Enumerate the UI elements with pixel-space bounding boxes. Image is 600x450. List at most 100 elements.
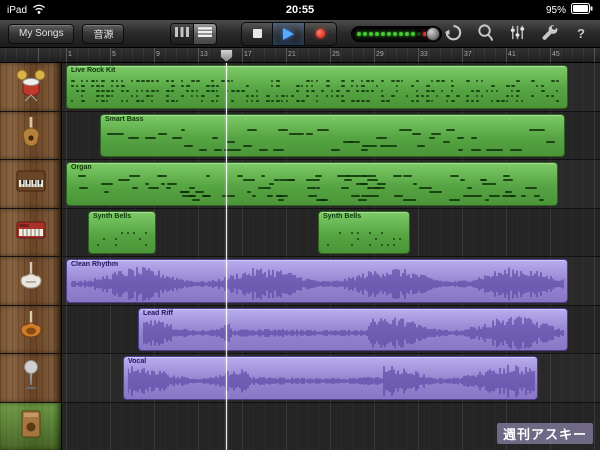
track-header-lead-riff[interactable] (0, 306, 62, 354)
region-synth-bells[interactable]: Synth Bells (318, 211, 410, 255)
region-clean-rhythm[interactable]: Clean Rhythm (66, 259, 568, 303)
meter-led-green (387, 32, 391, 36)
jam-session-icon (476, 23, 495, 45)
audio-waveform (128, 359, 535, 399)
level-meter-leds (357, 32, 427, 36)
ruler-label: 41 (508, 51, 516, 58)
level-meter (351, 26, 442, 42)
help-button[interactable]: ? (570, 23, 592, 45)
region-synth-bells[interactable]: Synth Bells (88, 211, 156, 255)
track-header-organ[interactable] (0, 160, 62, 208)
track-lane-vocal[interactable]: Vocal (62, 354, 600, 402)
track-lane-lead-riff[interactable]: Lead Riff (62, 306, 600, 354)
track-row-vocal: Vocal (0, 354, 600, 403)
play-button[interactable] (273, 23, 304, 45)
ruler-label: 45 (552, 51, 560, 58)
mixer-button[interactable] (506, 23, 528, 45)
synth-keyboard-icon (15, 213, 47, 252)
track-row-synth-bells: Synth Bells Synth Bells (0, 209, 600, 258)
loop-browser-button[interactable] (442, 23, 464, 45)
ruler-label: 9 (156, 51, 160, 58)
meter-led-green (399, 32, 403, 36)
jam-session-button[interactable] (474, 23, 496, 45)
master-volume-knob[interactable] (426, 27, 440, 41)
meter-led-green (357, 32, 361, 36)
stop-button[interactable] (242, 23, 273, 45)
list-icon (197, 26, 213, 41)
midi-notes (67, 66, 567, 108)
toolbar-right-icons: ? (442, 23, 592, 45)
region-label: Organ (71, 164, 92, 171)
loop-icon (444, 23, 463, 45)
wrench-icon (540, 23, 559, 45)
bar-ruler[interactable]: 159131721252933374145 (0, 48, 600, 63)
ruler-label: 21 (288, 51, 296, 58)
ruler-label: 37 (464, 51, 472, 58)
garageband-screen: iPad 20:55 95% My Songs 音源 (0, 0, 600, 450)
drum-kit-icon (15, 67, 47, 106)
track-header-clean-rhythm[interactable] (0, 257, 62, 305)
microphone-icon (15, 358, 47, 397)
region-label: Live Rock Kit (71, 67, 115, 74)
track-header-vocal[interactable] (0, 354, 62, 402)
track-lane-organ[interactable]: Organ (62, 160, 600, 208)
track-header-bass[interactable] (0, 112, 62, 160)
ruler-label: 5 (112, 51, 116, 58)
watermark: 週刊アスキー (497, 423, 593, 444)
ruler-label: 17 (244, 51, 252, 58)
region-label: Vocal (128, 358, 146, 365)
tracks: Live Rock KitSmart BassOrganSynth BellsS… (0, 63, 600, 450)
region-lead-riff[interactable]: Lead Riff (138, 308, 568, 352)
audio-waveform (143, 311, 565, 351)
track-lane-drums[interactable]: Live Rock Kit (62, 63, 600, 111)
region-organ[interactable]: Organ (66, 162, 558, 206)
status-bar: iPad 20:55 95% (0, 0, 600, 20)
region-vocal[interactable]: Vocal (123, 356, 538, 400)
region-label: Lead Riff (143, 310, 173, 317)
electric-guitar-icon (15, 261, 47, 300)
midi-notes (67, 163, 557, 205)
meter-led-green (375, 32, 379, 36)
meter-led-green (405, 32, 409, 36)
meter-led-green (369, 32, 373, 36)
track-lane-clean-rhythm[interactable]: Clean Rhythm (62, 257, 600, 305)
transport-controls (241, 22, 337, 46)
clock: 20:55 (0, 4, 600, 16)
region-label: Smart Bass (105, 116, 144, 123)
my-songs-button[interactable]: My Songs (8, 24, 74, 44)
region-smart-bass[interactable]: Smart Bass (100, 114, 565, 158)
midi-notes (101, 115, 564, 157)
ruler-label: 1 (68, 51, 72, 58)
track-header-drums[interactable] (0, 63, 62, 111)
percussion-box-icon (15, 407, 47, 446)
view-toggle (170, 23, 217, 45)
record-icon (316, 29, 325, 38)
track-row-lead-riff: Lead Riff (0, 306, 600, 355)
ruler-label: 33 (420, 51, 428, 58)
toolbar: My Songs 音源 (0, 20, 600, 48)
playhead[interactable] (226, 63, 227, 450)
track-header-synth-bells[interactable] (0, 209, 62, 257)
meter-led-green (381, 32, 385, 36)
tracks-view-button[interactable] (194, 24, 216, 44)
meter-led-green (393, 32, 397, 36)
meter-led-green (411, 32, 415, 36)
play-icon (283, 28, 294, 40)
track-lane-bass[interactable]: Smart Bass (62, 112, 600, 160)
region-label: Synth Bells (323, 213, 361, 220)
region-label: Clean Rhythm (71, 261, 118, 268)
ruler-label: 13 (200, 51, 208, 58)
track-row-clean-rhythm: Clean Rhythm (0, 257, 600, 306)
record-button[interactable] (305, 23, 336, 45)
ruler-label: 29 (376, 51, 384, 58)
electric-guitar-sunburst-icon (15, 310, 47, 349)
track-row-drums: Live Rock Kit (0, 63, 600, 112)
region-live-rock-kit[interactable]: Live Rock Kit (66, 65, 568, 109)
audio-waveform (71, 262, 565, 302)
track-row-organ: Organ (0, 160, 600, 209)
instrument-view-button[interactable] (171, 24, 193, 44)
track-lane-synth-bells[interactable]: Synth Bells Synth Bells (62, 209, 600, 257)
settings-button[interactable] (538, 23, 560, 45)
instruments-button[interactable]: 音源 (82, 24, 124, 44)
track-header-percussion[interactable] (0, 403, 62, 450)
